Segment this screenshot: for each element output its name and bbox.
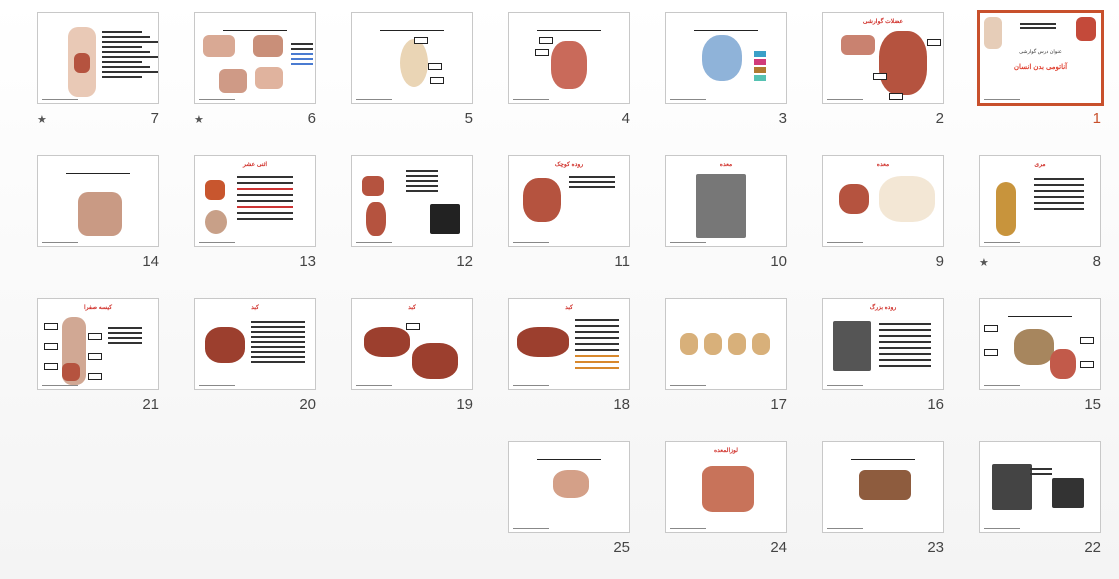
slide-footer [356, 385, 392, 386]
slide-number: 25 [613, 539, 630, 556]
slide-thumbnail-17[interactable] [665, 298, 787, 390]
slide-transition-star-icon[interactable]: ★ [194, 113, 204, 126]
slide-title: اثنی عشر [242, 162, 268, 168]
slide-transition-star-icon[interactable]: ★ [979, 256, 989, 269]
slide-title: عضلات گوارشی [862, 19, 904, 25]
slide-footer [513, 242, 549, 243]
slide-thumbnail-13[interactable]: اثنی عشر [194, 155, 316, 247]
slide-number: 15 [1084, 396, 1101, 413]
slide-thumbnail-9[interactable]: معده [822, 155, 944, 247]
slide-footer [42, 99, 78, 100]
slide-thumbnail-5[interactable] [351, 12, 473, 104]
slide-thumbnail-19[interactable]: کبد [351, 298, 473, 390]
slide-number: 9 [935, 253, 944, 270]
slide-thumbnail-15[interactable] [979, 298, 1101, 390]
slide-footer [42, 385, 78, 386]
slide-footer [42, 242, 78, 243]
slide-thumbnail-2[interactable]: عضلات گوارشی [822, 12, 944, 104]
slide-title: کبد [251, 305, 259, 311]
slide-number: 19 [456, 396, 473, 413]
slide-transition-star-icon[interactable]: ★ [37, 113, 47, 126]
slide-footer [199, 385, 235, 386]
slide-thumbnail-25[interactable] [508, 441, 630, 533]
slide-thumbnail-18[interactable]: کبد [508, 298, 630, 390]
slide-footer [827, 242, 863, 243]
slide-number: 18 [613, 396, 630, 413]
slide-thumbnail-11[interactable]: روده کوچک [508, 155, 630, 247]
slide-number: 17 [770, 396, 787, 413]
slide-number: 5 [464, 110, 473, 127]
slide-title: روده کوچک [554, 162, 584, 168]
slide-number: 12 [456, 253, 473, 270]
slide-footer [984, 528, 1020, 529]
slide-number: 21 [142, 396, 159, 413]
slide-footer [984, 99, 1020, 100]
slide-number: 22 [1084, 539, 1101, 556]
slide-thumbnail-3[interactable] [665, 12, 787, 104]
slide-thumbnail-10[interactable]: معده [665, 155, 787, 247]
slide-footer [199, 99, 235, 100]
slide-footer [827, 99, 863, 100]
slide-title: معده [719, 162, 733, 168]
slide-thumbnail-8[interactable]: مری [979, 155, 1101, 247]
slide-number: 4 [621, 110, 630, 127]
slide-number: 24 [770, 539, 787, 556]
slide-title: کبد [408, 305, 416, 311]
slide-thumbnail-1[interactable]: آناتومی بدن انسان عنوان درس گوارشی [977, 10, 1104, 106]
slide-thumbnail-16[interactable]: روده بزرگ [822, 298, 944, 390]
slide-footer [356, 99, 392, 100]
slide-number: 2 [935, 110, 944, 127]
slide-subtitle: عنوان درس گوارشی [1019, 49, 1062, 55]
slide-footer [670, 385, 706, 386]
slide-footer [670, 99, 706, 100]
slide-title: کیسه صفرا [83, 305, 112, 311]
slide-number: 16 [927, 396, 944, 413]
slide-thumbnail-20[interactable]: کبد [194, 298, 316, 390]
slide-footer [670, 528, 706, 529]
slide-number: 20 [299, 396, 316, 413]
slide-title: لوزالمعده [714, 448, 738, 454]
slide-title: روده بزرگ [869, 305, 897, 311]
slide-number: 6 [307, 110, 316, 127]
slide-number: 23 [927, 539, 944, 556]
slide-number: 7 [150, 110, 159, 127]
slide-footer [356, 242, 392, 243]
slide-thumbnail-7[interactable] [37, 12, 159, 104]
slide-thumbnail-22[interactable] [979, 441, 1101, 533]
slide-thumbnail-21[interactable]: کیسه صفرا [37, 298, 159, 390]
slide-footer [670, 242, 706, 243]
slide-title: آناتومی بدن انسان [1013, 64, 1068, 71]
slide-footer [827, 385, 863, 386]
slide-thumbnail-14[interactable] [37, 155, 159, 247]
slide-footer [984, 242, 1020, 243]
slide-footer [827, 528, 863, 529]
slide-footer [513, 385, 549, 386]
slide-footer [513, 528, 549, 529]
slide-thumbnail-4[interactable] [508, 12, 630, 104]
slide-thumbnail-6[interactable] [194, 12, 316, 104]
slide-footer [513, 99, 549, 100]
slide-number: 10 [770, 253, 787, 270]
slide-thumbnail-23[interactable] [822, 441, 944, 533]
slide-number: 8 [1092, 253, 1101, 270]
slide-title: کبد [565, 305, 573, 311]
slide-number: 11 [614, 253, 630, 270]
slide-number: 13 [299, 253, 316, 270]
slide-footer [984, 385, 1020, 386]
slide-number: 1 [1092, 110, 1101, 127]
slide-number: 14 [142, 253, 159, 270]
slide-number: 3 [778, 110, 787, 127]
slide-footer [199, 242, 235, 243]
slide-title: معده [876, 162, 890, 168]
slide-thumbnail-12[interactable] [351, 155, 473, 247]
slide-thumbnail-24[interactable]: لوزالمعده [665, 441, 787, 533]
slide-title: مری [1034, 162, 1046, 168]
